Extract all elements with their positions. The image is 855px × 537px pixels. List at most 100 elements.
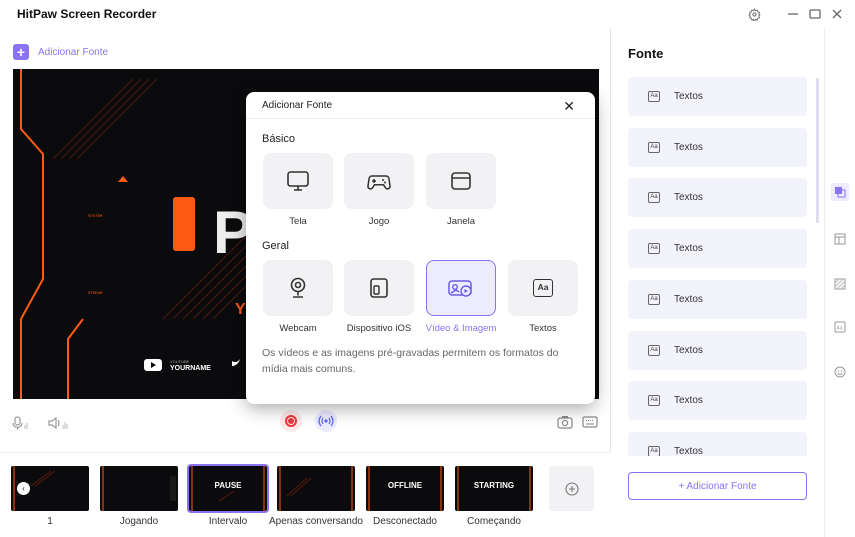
scene-strip: ‹ 1 Jogando PAUSE Intervalo Apenas conve… <box>0 452 611 537</box>
plus-icon: + <box>13 44 29 60</box>
scene-label: Apenas conversando <box>269 516 363 527</box>
svg-text:Y: Y <box>235 301 246 318</box>
add-source-button[interactable]: + Adicionar Fonte <box>13 44 108 60</box>
live-stream-button[interactable] <box>315 410 337 432</box>
preview-youtube-small: YOUTUBE <box>170 359 190 364</box>
tile-label: Dispositivo iOS <box>346 323 412 334</box>
text-icon: Aa <box>648 142 660 153</box>
sources-rail-icon[interactable] <box>831 183 849 201</box>
scene-thumb-desconectado[interactable]: OFFLINE <box>366 466 444 511</box>
source-panel-title: Fonte <box>628 46 664 61</box>
tile-label: Tela <box>289 216 307 227</box>
tile-label: Textos <box>529 323 557 334</box>
microphone-icon[interactable] <box>12 416 32 430</box>
record-toolbar <box>0 406 611 438</box>
scene-thumb-text: PAUSE <box>214 481 242 490</box>
source-item[interactable]: Aa Textos <box>628 432 807 456</box>
source-item[interactable]: Aa Textos <box>628 331 807 370</box>
scene-thumb-1[interactable]: ‹ <box>11 466 89 511</box>
source-item-label: Textos <box>674 192 703 203</box>
broadcast-icon <box>318 415 334 427</box>
gamepad-icon <box>367 175 391 190</box>
svg-text:SYSTEM: SYSTEM <box>88 215 103 219</box>
text-icon: Aa <box>648 243 660 254</box>
tile-textos[interactable]: Aa <box>508 260 578 316</box>
scroll-left-icon[interactable]: ‹ <box>17 482 30 495</box>
tile-video-imagem[interactable] <box>426 260 496 316</box>
scene-thumb-jogando[interactable] <box>100 466 178 511</box>
svg-text:STREAM: STREAM <box>88 292 103 296</box>
text-icon: Aa <box>533 279 553 297</box>
add-circle-icon <box>564 481 579 496</box>
scene-label: Começando <box>467 516 521 527</box>
scene-thumb-text: OFFLINE <box>387 481 423 490</box>
tile-webcam[interactable] <box>263 260 333 316</box>
app-title: HitPaw Screen Recorder <box>17 7 157 21</box>
text-icon: Aa <box>648 345 660 356</box>
add-source-label: Adicionar Fonte <box>38 46 109 58</box>
tile-jogo[interactable] <box>344 153 414 209</box>
tile-label: Janela <box>447 216 475 227</box>
monitor-icon <box>287 171 309 191</box>
scene-label: Intervalo <box>208 516 248 527</box>
source-item[interactable]: Aa Textos <box>628 280 807 319</box>
close-icon[interactable]: ✕ <box>563 98 575 115</box>
add-source-panel-button[interactable]: + Adicionar Fonte <box>628 472 807 500</box>
source-item-label: Textos <box>674 142 703 153</box>
keyboard-icon[interactable] <box>582 416 598 428</box>
text-icon: Aa <box>648 294 660 305</box>
text-icon: Aa <box>648 91 660 102</box>
source-panel-scrollbar[interactable] <box>816 78 819 223</box>
source-item[interactable]: Aa Textos <box>628 381 807 420</box>
source-item-label: Textos <box>674 395 703 406</box>
dialog-description: Os vídeos e as imagens pré-gravadas perm… <box>262 347 559 375</box>
text-rail-icon[interactable]: Aa <box>831 318 849 336</box>
close-window-icon[interactable] <box>829 6 845 22</box>
text-icon: Aa <box>648 395 660 406</box>
video-image-icon <box>448 280 472 297</box>
scene-label: Desconectado <box>373 516 437 527</box>
scene-thumb-text: STARTING <box>473 481 515 490</box>
webcam-icon <box>290 277 306 298</box>
add-source-dialog: Adicionar Fonte ✕ Básico Tela Jogo Janel… <box>246 92 595 404</box>
tile-janela[interactable] <box>426 153 496 209</box>
settings-icon[interactable] <box>746 6 762 22</box>
background-rail-icon[interactable] <box>831 275 849 293</box>
screenshot-icon[interactable] <box>557 415 573 429</box>
emoji-rail-icon[interactable] <box>831 363 849 381</box>
minimize-icon[interactable] <box>785 6 801 22</box>
add-scene-button[interactable] <box>549 466 594 511</box>
record-icon <box>285 415 297 427</box>
tile-dispositivo-ios[interactable] <box>344 260 414 316</box>
source-item-label: Textos <box>674 294 703 305</box>
source-item-label: Textos <box>674 446 703 456</box>
icon-rail: Aa <box>824 28 855 537</box>
source-item-label: Textos <box>674 243 703 254</box>
tile-label: Vídeo & Imagem <box>425 323 497 334</box>
text-icon: Aa <box>648 192 660 203</box>
maximize-icon[interactable] <box>807 6 823 22</box>
source-item[interactable]: Aa Textos <box>628 229 807 268</box>
source-item[interactable]: Aa Textos <box>628 178 807 217</box>
text-icon: Aa <box>648 446 660 456</box>
scene-label: 1 <box>47 516 53 527</box>
section-basic-heading: Básico <box>262 133 296 145</box>
scene-thumb-intervalo[interactable]: PAUSE <box>187 464 269 513</box>
tile-label: Webcam <box>279 323 317 334</box>
ios-device-icon <box>370 278 388 298</box>
record-button[interactable] <box>280 410 302 432</box>
scene-thumb-apenas-conversando[interactable] <box>277 466 355 511</box>
speaker-icon[interactable] <box>48 416 70 430</box>
dialog-header: Adicionar Fonte ✕ <box>246 92 595 119</box>
tile-tela[interactable] <box>263 153 333 209</box>
scene-thumb-comecando[interactable]: STARTING <box>455 466 533 511</box>
source-item[interactable]: Aa Textos <box>628 77 807 116</box>
dialog-title: Adicionar Fonte <box>262 100 333 111</box>
preview-yourname: YOURNAME <box>170 365 211 372</box>
source-item-label: Textos <box>674 345 703 356</box>
source-item-label: Textos <box>674 91 703 102</box>
layout-rail-icon[interactable] <box>831 230 849 248</box>
source-item[interactable]: Aa Textos <box>628 128 807 167</box>
tile-label: Jogo <box>368 216 390 227</box>
scene-label: Jogando <box>119 516 159 527</box>
